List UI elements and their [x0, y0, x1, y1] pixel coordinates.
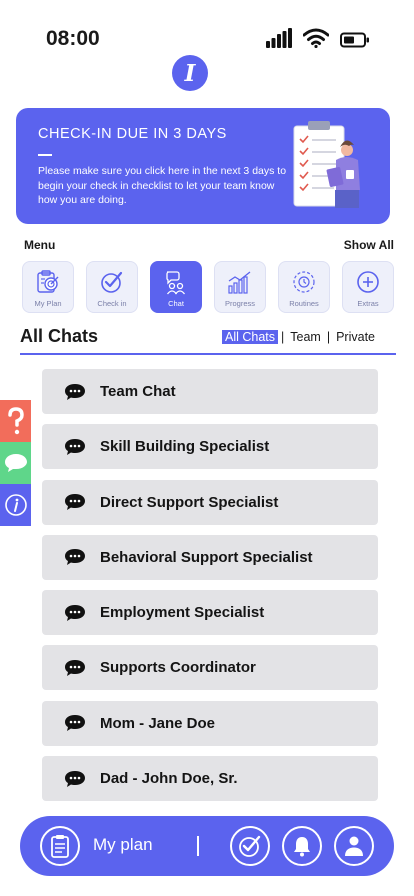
chat-bubble-icon [4, 454, 27, 472]
checklist-illustration [293, 121, 360, 208]
help-tab[interactable] [0, 400, 31, 442]
chats-header: All Chats All Chats | Team | Private [20, 326, 396, 355]
chat-item-label: Team Chat [100, 383, 176, 400]
chat-item[interactable]: Employment Specialist [42, 590, 378, 636]
filter-all-chats[interactable]: All Chats [221, 330, 279, 344]
profile-button[interactable] [334, 826, 374, 866]
bar-chart-icon [228, 271, 251, 294]
banner-divider [38, 154, 52, 156]
wifi-icon [303, 28, 329, 48]
help-icon [7, 407, 24, 435]
chat-item-label: Mom - Jane Doe [100, 714, 216, 732]
chat-item[interactable]: Direct Support Specialist [42, 479, 378, 525]
status-bar: 08:00 [0, 0, 414, 70]
chat-item[interactable]: Dad - John Doe, Sr. [42, 756, 378, 802]
menu-tile-my-plan[interactable]: My Plan [22, 261, 74, 313]
info-tab[interactable] [0, 484, 31, 526]
show-all-link[interactable]: Show All [344, 238, 394, 252]
check-circle-icon [239, 835, 261, 857]
chat-bubble-icon [65, 715, 85, 732]
chat-bubble-icon [65, 494, 85, 511]
menu-tile-label: My Plan [34, 299, 62, 308]
menu-label: Menu [24, 238, 56, 252]
chat-filter-tabs: All Chats | Team | Private [221, 330, 378, 344]
menu-tile-label: Routines [289, 299, 319, 308]
app-logo: I [172, 55, 208, 91]
chat-item-label: Behavioral Support Specialist [100, 548, 313, 566]
chat-item[interactable]: Team Chat [42, 369, 378, 414]
people-chat-icon [166, 271, 186, 295]
menu-tile-routines[interactable]: Routines [278, 261, 330, 313]
chat-item-label: Skill Building Specialist [100, 438, 270, 456]
check-circle-icon [101, 271, 123, 293]
chat-item-label: Dad - John Doe, Sr. [100, 770, 238, 788]
chat-bubble-icon [65, 383, 85, 400]
chat-bubble-icon [65, 770, 85, 787]
filter-private[interactable]: Private [333, 330, 378, 344]
check-in-nav-button[interactable] [230, 826, 270, 866]
menu-tile-progress[interactable]: Progress [214, 261, 266, 313]
status-icons [266, 28, 370, 48]
filter-separator: | [326, 330, 331, 344]
my-plan-label[interactable]: My plan [93, 835, 153, 855]
profile-icon [345, 836, 363, 856]
menu-tile-check-in[interactable]: Check in [86, 261, 138, 313]
filter-team[interactable]: Team [287, 330, 324, 344]
status-time: 08:00 [46, 27, 100, 50]
chat-item-label: Supports Coordinator [100, 659, 256, 677]
notifications-button[interactable] [282, 826, 322, 866]
menu-tile-label: Progress [224, 299, 255, 308]
bell-icon [294, 837, 310, 857]
menu-tile-label: Chat [168, 299, 184, 308]
bottom-nav-divider [197, 836, 199, 856]
banner-text: Please make sure you click here in the n… [38, 165, 287, 206]
chat-item[interactable]: Skill Building Specialist [42, 424, 378, 470]
menu-tile-extras[interactable]: Extras [342, 261, 394, 313]
menu-tile-label: Extras [357, 299, 379, 308]
chat-bubble-icon [65, 438, 85, 455]
clock-cycle-icon [293, 271, 315, 293]
info-icon [4, 494, 27, 516]
chat-tab[interactable] [0, 442, 31, 484]
chat-item[interactable]: Mom - Jane Doe [42, 700, 378, 746]
bottom-nav: My plan [20, 816, 394, 876]
battery-icon [340, 32, 369, 48]
chat-bubble-icon [65, 549, 85, 566]
menu-tile-chat[interactable]: Chat [150, 261, 202, 313]
menu-tile-label: Check in [97, 299, 127, 308]
filter-separator: | [281, 330, 285, 344]
chat-list: Team Chat Skill Building Specialist Direct… [42, 369, 378, 811]
cellular-signal-icon [266, 28, 292, 48]
clipboard-icon [51, 835, 69, 858]
chat-item[interactable]: Behavioral Support Specialist [42, 534, 378, 580]
chat-bubble-icon [65, 659, 85, 676]
chat-bubble-icon [65, 604, 85, 621]
side-tabs [0, 400, 31, 526]
menu-tiles: My Plan Check in Chat Progress Routines … [22, 261, 394, 313]
menu-header: Menu Show All [24, 238, 394, 252]
chats-title: All Chats [20, 326, 99, 346]
banner-title: CHECK-IN DUE IN 3 DAYS [38, 126, 227, 142]
chat-item-label: Employment Specialist [100, 604, 265, 622]
app-logo-letter: I [184, 59, 196, 87]
check-in-banner[interactable]: CHECK-IN DUE IN 3 DAYS Please make sure … [16, 108, 390, 224]
my-plan-button[interactable] [40, 826, 80, 866]
chat-item[interactable]: Supports Coordinator [42, 645, 378, 691]
plus-circle-icon [357, 271, 379, 293]
target-plan-icon [37, 270, 59, 293]
chat-item-label: Direct Support Specialist [100, 493, 279, 511]
